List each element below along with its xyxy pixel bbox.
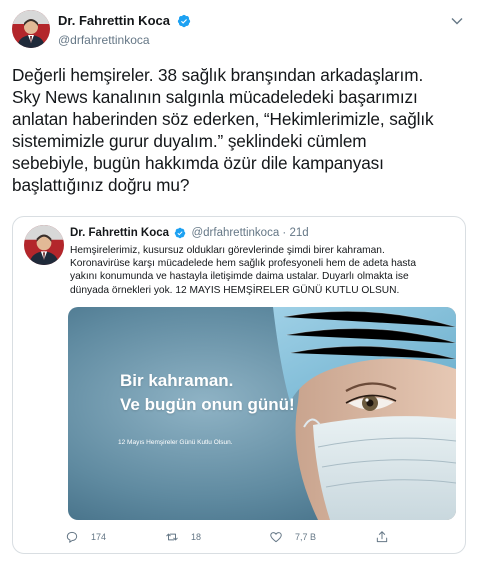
verified-badge-icon [178,14,191,27]
author-name[interactable]: Dr. Fahrettin Koca [58,13,170,28]
image-subtitle: 12 Mayıs Hemşireler Günü Kutlu Olsun. [118,439,233,446]
reply-icon [66,531,78,543]
verified-badge-icon [175,227,186,239]
retweet-count: 18 [191,532,202,542]
author-info: Dr. Fahrettin Koca @drfahrettinkoca [58,12,191,47]
reply-count: 174 [91,532,107,542]
quoted-author-name[interactable]: Dr. Fahrettin Koca [70,227,169,239]
tweet-text-line: sistemimizle gurur duyalım.” şeklindeki … [12,131,367,151]
retweet-icon [166,533,178,541]
quoted-author-handle[interactable]: @drfahrettinkoca [191,227,279,239]
share-button[interactable] [375,527,401,547]
tweet-text-line: Değerli hemşireler. 38 sağlık branşından… [12,65,424,85]
author-handle[interactable]: @drfahrettinkoca [58,33,191,47]
quoted-text-line: Hemşirelerimiz, kusursuz oldukları görev… [70,245,385,256]
like-count: 7,7 B [295,532,317,542]
tweet-text: Değerli hemşireler. 38 sağlık branşından… [12,64,470,196]
tweet: Dr. Fahrettin Koca @drfahrettinkoca Değe… [0,0,478,562]
quoted-text-line: yakını konumunda ve hastayla iletişimde … [70,271,409,283]
quoted-tweet-text: Hemşirelerimiz, kusursuz oldukları görev… [70,244,460,297]
quoted-text-line: dünyada örnekleri yok. 12 MAYIS HEMŞİREL… [70,284,400,296]
quoted-tweet-header: Dr. Fahrettin Koca @drfahrettinkoca · 21… [70,227,309,239]
author-avatar[interactable] [12,10,50,48]
image-headline-line: Bir kahraman. [120,371,234,390]
quoted-author-avatar[interactable] [24,225,64,265]
separator-dot: · [282,227,287,239]
tweet-text-line: sebebiyle, bugün hakkımda özür dile kamp… [12,153,384,173]
image-headline: Bir kahraman. Ve bugün onun günü! [120,369,295,417]
tweet-actions: 174 18 7,7 B [65,527,445,547]
tweet-text-line: Sky News kanalının salgınla mücadeledeki… [12,87,418,107]
like-icon [270,532,282,543]
like-button[interactable]: 7,7 B [269,527,316,547]
chevron-down-icon[interactable] [450,14,464,28]
tweet-text-line: anlatan haberinden söz ederken, “Hekimle… [12,109,434,129]
reply-button[interactable]: 174 [65,527,106,547]
quoted-text-line: Koronavirüse karşı mücadelede hem sağlık… [70,258,417,270]
tweet-text-line: başlattığınız doğru mu? [12,175,190,195]
image-headline-line: Ve bugün onun günü! [120,395,295,414]
share-icon [376,531,388,543]
quoted-tweet[interactable]: Dr. Fahrettin Koca @drfahrettinkoca · 21… [12,216,466,554]
retweet-button[interactable]: 18 [165,527,201,547]
quoted-tweet-image[interactable]: Bir kahraman. Ve bugün onun günü! 12 May… [68,307,456,520]
quoted-timestamp[interactable]: 21d [289,227,308,239]
